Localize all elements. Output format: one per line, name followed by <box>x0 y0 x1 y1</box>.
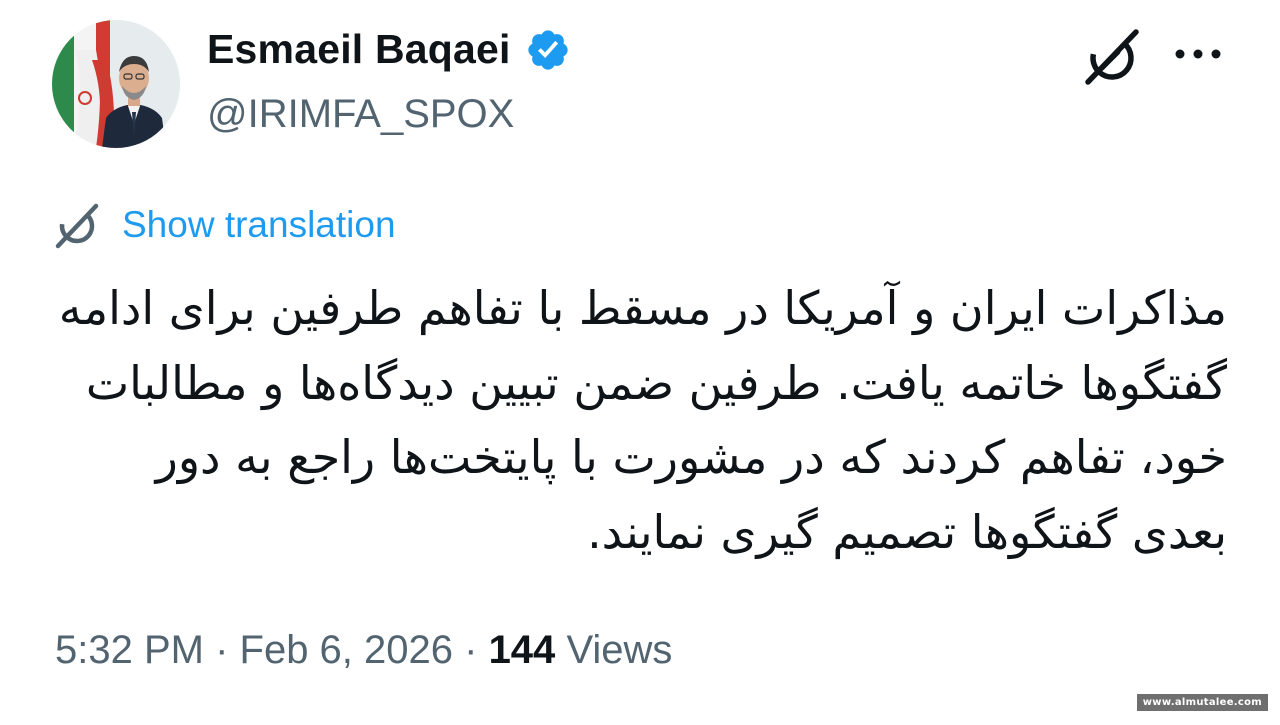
author-name-row: Esmaeil Baqaei <box>207 26 571 73</box>
site-watermark: www.almutalee.com <box>1136 694 1268 711</box>
grok-icon <box>1085 29 1139 85</box>
tweet-meta: 5:32 PM · Feb 6, 2026 · 144 Views <box>55 628 672 673</box>
grok-translate-icon <box>55 203 99 249</box>
meta-separator: · <box>453 628 489 672</box>
verified-badge-icon[interactable] <box>525 27 571 73</box>
avatar-image <box>52 20 180 148</box>
author-handle[interactable]: @IRIMFA_SPOX <box>207 92 514 137</box>
tweet-card: Esmaeil Baqaei @IRIMFA_SPOX Show transla… <box>0 0 1280 725</box>
show-translation-link[interactable]: Show translation <box>52 200 396 250</box>
show-translation-label[interactable]: Show translation <box>122 204 396 246</box>
more-options-button[interactable] <box>1170 34 1226 74</box>
more-dots-icon <box>1175 49 1221 59</box>
tweet-text: مذاکرات ایران و آمریکا در مسقط با تفاهم … <box>58 281 1227 559</box>
author-display-name[interactable]: Esmaeil Baqaei <box>207 26 511 73</box>
views-label: Views <box>566 628 673 672</box>
tweet-time[interactable]: 5:32 PM <box>55 628 204 672</box>
tweet-date[interactable]: Feb 6, 2026 <box>240 628 454 672</box>
meta-separator: · <box>203 628 240 672</box>
grok-button[interactable] <box>1080 24 1144 88</box>
views-count: 144 <box>488 628 556 672</box>
avatar[interactable] <box>52 20 180 148</box>
